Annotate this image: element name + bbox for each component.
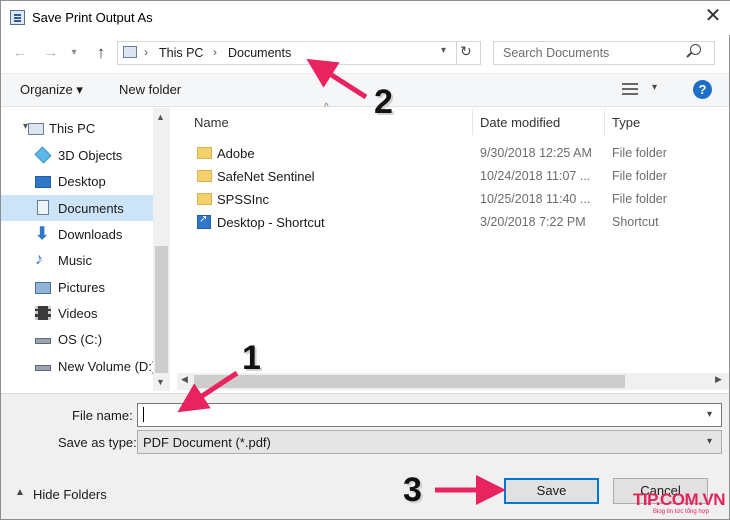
- watermark-brand: TIP.COM.VN: [633, 490, 725, 509]
- arrow-annotation-2: [306, 58, 368, 100]
- watermark-tagline: Blog tin tức tổng hợp: [653, 509, 709, 515]
- save-dialog: Save Print Output As ✕ ← → ▾ ↑ › This PC…: [0, 0, 730, 520]
- annotation-number-1: 1: [242, 339, 261, 377]
- annotation-arrows: [177, 58, 506, 505]
- annotation-number-2: 2: [374, 83, 393, 121]
- arrow-annotation-1: [177, 370, 239, 413]
- annotation-number-3: 3: [403, 471, 422, 509]
